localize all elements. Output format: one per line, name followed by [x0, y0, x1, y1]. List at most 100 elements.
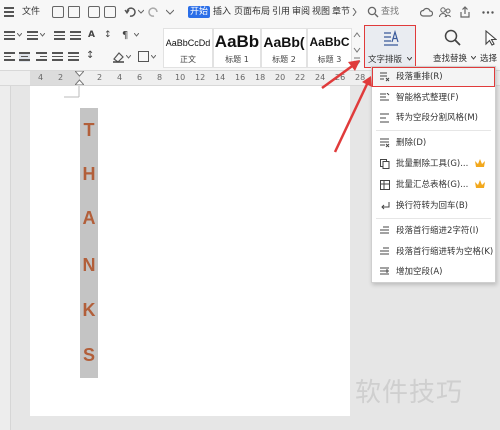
line-spacing-icon[interactable]: ↕: [86, 50, 98, 62]
style-heading-1[interactable]: AaBb 标题 1: [213, 28, 261, 68]
delete-lines-icon: [380, 138, 390, 148]
ruler-number: 4: [38, 73, 44, 82]
menu-item-label: 批量汇总表格(G)...: [396, 180, 469, 190]
menu-item-delete[interactable]: 删除(D): [372, 133, 495, 153]
justify-icon[interactable]: [52, 52, 63, 62]
increase-indent-icon[interactable]: [70, 31, 81, 41]
menu-item-label: 转为空段分割风格(M): [396, 113, 478, 123]
menu-item-empty-paragraph-split[interactable]: 转为空段分割风格(M): [372, 108, 495, 128]
vertical-ruler: [0, 86, 11, 430]
add-empty-paragraph-icon: [380, 267, 389, 275]
search-icon[interactable]: [367, 6, 379, 18]
menu-item-paragraph-rearrange[interactable]: 段落重排(R): [372, 67, 495, 87]
show-marks-dropdown-icon[interactable]: [134, 33, 139, 37]
tab-section[interactable]: 章节: [332, 6, 350, 18]
menu-item-linebreak-to-enter[interactable]: 换行符转为回车(B): [372, 196, 495, 216]
distribute-icon[interactable]: [68, 52, 79, 62]
bullets-icon[interactable]: [4, 31, 15, 41]
ruler-number: 2: [97, 73, 103, 82]
menu-item-indent-first-line[interactable]: 段落首行缩进2字符(I): [372, 221, 495, 241]
undo-icon[interactable]: [124, 6, 136, 18]
tab-insert[interactable]: 插入: [213, 6, 231, 18]
linebreak-to-enter-icon: [381, 202, 390, 210]
undo-dropdown-icon[interactable]: [138, 9, 144, 15]
menu-item-label: 增加空段(A): [396, 267, 443, 277]
menu-item-label: 智能格式整理(F): [396, 93, 459, 103]
style-heading-1-caption: 标题 1: [225, 55, 249, 64]
shading-dropdown-icon[interactable]: [126, 55, 131, 59]
find-replace-label: 查找替换: [433, 54, 468, 64]
indent-to-space-icon: [380, 247, 389, 255]
style-heading-3-preview: AaBbC: [309, 35, 350, 49]
select-button[interactable]: 选择: [478, 25, 500, 68]
save-icon[interactable]: [52, 6, 64, 18]
batch-table-icon: [380, 180, 390, 190]
ruler-number: 16: [235, 73, 246, 82]
quick-access-dropdown-icon[interactable]: [166, 9, 174, 15]
ruler-number: 14: [215, 73, 226, 82]
file-menu[interactable]: 文件: [22, 6, 40, 18]
shading-icon[interactable]: [112, 51, 125, 63]
ruler-number: 6: [137, 73, 143, 82]
tab-review[interactable]: 审阅: [292, 6, 310, 18]
letter-h: H: [82, 164, 96, 184]
title-toolbar: 文件 开始 插入 页面布局 引用 审阅 视图 章节 查找: [0, 0, 500, 26]
sort-icon[interactable]: ↕: [104, 30, 117, 42]
style-normal-preview: AaBbCcDd: [165, 38, 211, 48]
vertical-text-block[interactable]: T H A N K S: [80, 108, 98, 378]
more-options-icon[interactable]: [482, 11, 494, 14]
menu-item-batch-delete[interactable]: 批量删除工具(G)...: [372, 154, 495, 174]
indent-first-line-icon: [380, 226, 389, 234]
style-heading-2-caption: 标题 2: [272, 55, 296, 64]
numbering-icon[interactable]: [27, 31, 38, 41]
borders-dropdown-icon[interactable]: [151, 55, 156, 59]
menu-item-indent-to-space[interactable]: 段落首行缩进转为空格(K): [372, 242, 495, 262]
premium-crown-icon: [475, 159, 485, 167]
menu-icon[interactable]: [4, 7, 14, 17]
menu-item-label: 段落首行缩进转为空格(K): [396, 247, 494, 257]
print-preview-icon[interactable]: [104, 6, 116, 18]
ribbon: A ↕ ¶ ↕ AaBbCcDd 正文 AaBb 标题 1 AaBb( 标题 2…: [0, 25, 500, 71]
tab-home[interactable]: 开始: [188, 6, 211, 18]
share-icon[interactable]: [459, 6, 471, 18]
menu-item-add-empty-paragraph[interactable]: 增加空段(A): [372, 262, 495, 282]
search-field[interactable]: 查找: [381, 6, 399, 18]
numbering-dropdown-icon[interactable]: [40, 33, 45, 37]
tab-view[interactable]: 视图: [312, 6, 330, 18]
decrease-indent-icon[interactable]: [54, 31, 65, 41]
margin-corner-mark: [64, 86, 80, 98]
premium-crown-icon: [475, 180, 485, 188]
style-heading-1-preview: AaBb: [214, 32, 260, 51]
bullets-dropdown-icon[interactable]: [17, 33, 22, 37]
redo-icon[interactable]: [148, 6, 160, 18]
menu-item-batch-table[interactable]: 批量汇总表格(G)...: [372, 175, 495, 195]
chinese-layout-icon[interactable]: A: [88, 30, 101, 42]
align-center-icon[interactable]: [19, 52, 30, 62]
tabs-scroll-right-icon[interactable]: [352, 8, 357, 16]
smart-format-icon: [380, 93, 390, 101]
print-icon[interactable]: [88, 6, 100, 18]
watermark: 软件技巧: [355, 378, 464, 408]
menu-item-smart-format[interactable]: 智能格式整理(F): [372, 88, 495, 108]
align-right-icon[interactable]: [36, 52, 47, 62]
style-heading-2[interactable]: AaBb( 标题 2: [261, 28, 307, 68]
style-normal[interactable]: AaBbCcDd 正文: [163, 28, 213, 68]
tab-references[interactable]: 引用: [272, 6, 290, 18]
cloud-sync-icon[interactable]: [420, 6, 433, 18]
batch-delete-icon: [380, 159, 390, 169]
document-page[interactable]: [30, 86, 350, 416]
collaborate-icon[interactable]: [439, 6, 451, 18]
tab-page-layout[interactable]: 页面布局: [234, 6, 270, 18]
find-replace-button[interactable]: 查找替换: [428, 25, 478, 68]
borders-icon[interactable]: [138, 51, 149, 62]
align-left-icon[interactable]: [4, 52, 15, 62]
export-pdf-icon[interactable]: [68, 6, 80, 18]
styles-scroll[interactable]: [353, 28, 361, 68]
text-layout-button[interactable]: 文字排版: [364, 25, 416, 68]
cursor-icon: [485, 30, 497, 46]
ruler-number: 26: [335, 73, 346, 82]
find-replace-dropdown-icon: [471, 56, 476, 60]
style-heading-3[interactable]: AaBbC 标题 3: [307, 28, 352, 68]
menu-item-label: 换行符转为回车(B): [396, 201, 468, 211]
indent-marker-icon[interactable]: [75, 71, 84, 85]
